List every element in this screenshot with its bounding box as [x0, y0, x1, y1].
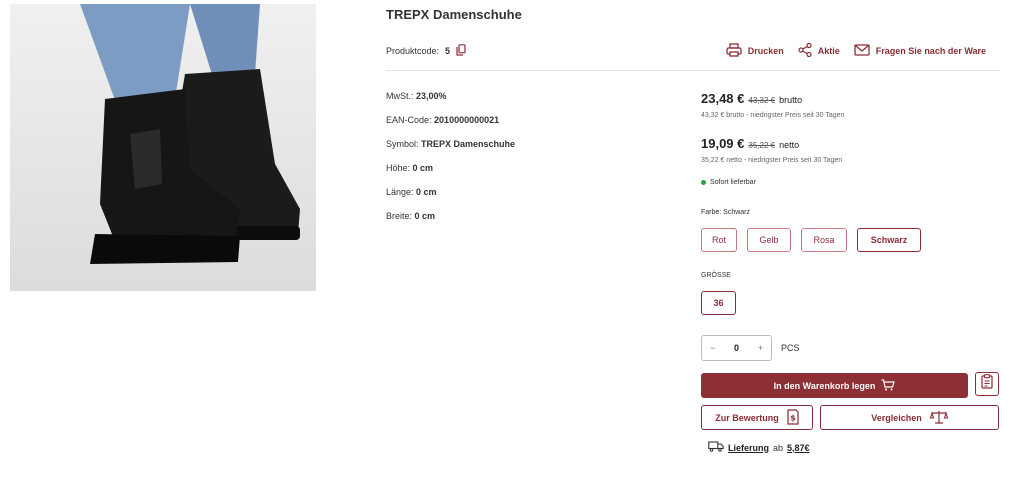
stock-dot-icon: [701, 180, 706, 185]
scale-icon: [929, 410, 949, 426]
product-title: TREPX Damenschuhe: [386, 7, 522, 22]
product-image[interactable]: [10, 4, 316, 291]
net-price: 19,09 €: [701, 136, 745, 151]
review-label: Zur Bewertung: [715, 412, 779, 423]
envelope-icon: [854, 44, 870, 58]
share-button[interactable]: Aktie: [798, 42, 840, 59]
delivery-price-link[interactable]: 5,87€: [787, 443, 810, 453]
net-price-row: 19,09 €35,22 € netto: [701, 136, 799, 151]
delivery-link[interactable]: Lieferung: [728, 443, 769, 453]
ask-label: Fragen Sie nach der Ware: [875, 46, 986, 56]
cart-icon: [881, 378, 896, 393]
color-label: Farbe: Schwarz: [701, 209, 751, 216]
color-option-rosa[interactable]: Rosa: [801, 228, 847, 252]
spec-vat: MwSt.: 23,00%: [386, 91, 447, 101]
delivery-ab: ab: [773, 442, 784, 453]
product-code: Produktcode: 5: [386, 44, 466, 58]
gross-lowest-note: 43,32 € brutto - niedrigster Preis seit …: [701, 112, 845, 119]
color-option-rot[interactable]: Rot: [701, 228, 737, 252]
ask-about-product-button[interactable]: Fragen Sie nach der Ware: [854, 44, 986, 58]
gross-old-price: 43,32 €: [748, 96, 776, 105]
compare-label: Vergleichen: [871, 412, 922, 423]
add-to-cart-button[interactable]: In den Warenkorb legen: [701, 373, 968, 398]
product-actions: Drucken Aktie Fragen Sie nach der Ware: [726, 42, 986, 59]
compare-button[interactable]: Vergleichen: [820, 405, 999, 430]
print-label: Drucken: [747, 46, 784, 56]
quantity-input[interactable]: 0: [734, 343, 739, 353]
printer-icon: [726, 43, 742, 59]
product-code-value: 5: [445, 46, 451, 56]
spec-symbol: Symbol: TREPX Damenschuhe: [386, 139, 516, 149]
delivery-info: Lieferung ab 5,87€: [708, 441, 810, 454]
net-old-price: 35,22 €: [748, 141, 776, 150]
quantity-unit: PCS: [781, 343, 800, 353]
net-lowest-note: 35,22 € netto - niedrigster Preis seit 3…: [701, 157, 843, 164]
color-option-schwarz[interactable]: Schwarz: [857, 228, 921, 252]
gross-price-row: 23,48 €43,32 € brutto: [701, 91, 802, 106]
clipboard-icon: [981, 374, 993, 394]
stock-status: Sofort lieferbar: [701, 179, 756, 186]
spec-width: Breite: 0 cm: [386, 211, 436, 221]
quantity-decrease-button[interactable]: −: [710, 343, 715, 353]
net-unit: netto: [779, 140, 800, 150]
clipboard-button[interactable]: [975, 372, 999, 396]
product-code-label: Produktcode:: [386, 46, 440, 56]
color-option-gelb[interactable]: Gelb: [747, 228, 791, 252]
share-label: Aktie: [817, 46, 840, 56]
svg-text:$: $: [790, 413, 796, 422]
size-label: GRÖSSE: [701, 272, 731, 279]
receipt-icon: $: [787, 408, 799, 427]
spec-length: Länge: 0 cm: [386, 187, 437, 197]
quantity-increase-button[interactable]: +: [758, 343, 763, 353]
share-icon: [798, 42, 812, 59]
print-button[interactable]: Drucken: [726, 43, 784, 59]
review-button[interactable]: Zur Bewertung $: [701, 405, 813, 430]
size-option-36[interactable]: 36: [701, 291, 736, 315]
quantity-stepper: − 0 +: [701, 335, 772, 361]
truck-icon: [708, 441, 724, 454]
copy-icon[interactable]: [456, 44, 466, 58]
gross-price: 23,48 €: [701, 91, 745, 106]
stock-label: Sofort lieferbar: [710, 179, 756, 186]
gross-unit: brutto: [779, 95, 803, 105]
spec-height: Höhe: 0 cm: [386, 163, 434, 173]
add-to-cart-label: In den Warenkorb legen: [773, 380, 876, 391]
spec-ean: EAN-Code: 2010000000021: [386, 115, 500, 125]
divider: [386, 70, 1000, 71]
